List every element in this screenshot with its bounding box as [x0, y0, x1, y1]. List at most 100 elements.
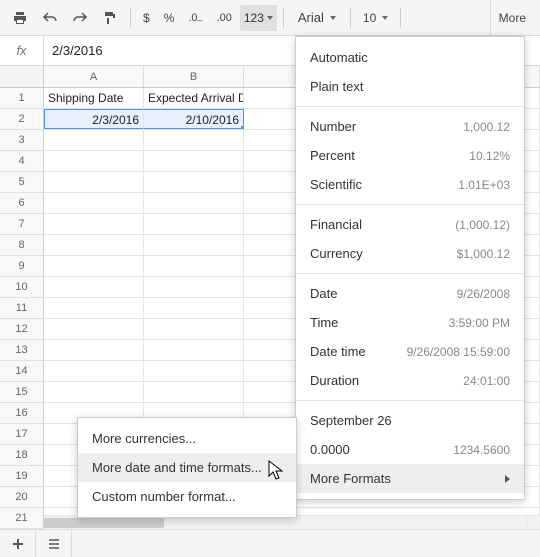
menu-date[interactable]: Date9/26/2008 [296, 279, 524, 308]
menu-plain-text[interactable]: Plain text [296, 72, 524, 101]
menu-financial[interactable]: Financial(1,000.12) [296, 210, 524, 239]
more-toolbar-button[interactable]: More [490, 0, 534, 36]
row-header[interactable]: 4 [0, 151, 44, 171]
menu-time[interactable]: Time3:59:00 PM [296, 308, 524, 337]
row-header[interactable]: 13 [0, 340, 44, 360]
column-header-a[interactable]: A [44, 66, 144, 87]
cell[interactable]: Shipping Date [44, 88, 144, 108]
more-formats-button[interactable]: 123 [240, 5, 277, 31]
row-header[interactable]: 8 [0, 235, 44, 255]
toolbar: $ % .0_ .00 123 Arial 10 More [0, 0, 540, 36]
menu-date-time[interactable]: Date time9/26/2008 15:59:00 [296, 337, 524, 366]
row-header[interactable]: 3 [0, 130, 44, 150]
cell[interactable] [44, 256, 144, 276]
row-header[interactable]: 14 [0, 361, 44, 381]
cell[interactable] [44, 130, 144, 150]
select-all-corner[interactable] [0, 66, 44, 87]
row-header[interactable]: 15 [0, 382, 44, 402]
cell[interactable] [44, 361, 144, 381]
cell[interactable] [44, 235, 144, 255]
caret-down-icon [382, 16, 388, 20]
cell[interactable] [144, 277, 244, 297]
row-header[interactable]: 2 [0, 109, 44, 129]
cell[interactable] [44, 277, 144, 297]
paint-format-icon[interactable] [96, 4, 124, 32]
all-sheets-button[interactable] [36, 530, 72, 557]
add-sheet-button[interactable] [0, 530, 36, 557]
column-header-b[interactable]: B [144, 66, 244, 87]
separator [283, 8, 284, 28]
cell[interactable] [144, 130, 244, 150]
menu-more-formats[interactable]: More Formats [296, 464, 524, 493]
cell[interactable] [144, 151, 244, 171]
menu-automatic[interactable]: Automatic [296, 43, 524, 72]
font-selector[interactable]: Arial [290, 10, 344, 25]
row-header[interactable]: 6 [0, 193, 44, 213]
print-icon[interactable] [6, 4, 34, 32]
scrollbar-thumb[interactable] [44, 518, 164, 528]
font-size-selector[interactable]: 10 [357, 11, 394, 25]
row-header[interactable]: 12 [0, 319, 44, 339]
number-format-menu: Automatic Plain text Number1,000.12 Perc… [295, 36, 525, 500]
cell[interactable] [144, 298, 244, 318]
row-header[interactable]: 16 [0, 403, 44, 423]
submenu-more-currencies[interactable]: More currencies... [78, 424, 296, 453]
fx-label: fx [0, 36, 44, 65]
cell[interactable] [144, 256, 244, 276]
selection-handle[interactable] [241, 126, 244, 129]
cell[interactable] [44, 193, 144, 213]
row-header[interactable]: 17 [0, 424, 44, 444]
cell[interactable] [144, 214, 244, 234]
cell[interactable] [44, 214, 144, 234]
cell[interactable] [44, 340, 144, 360]
row-header[interactable]: 19 [0, 466, 44, 486]
cell[interactable] [144, 382, 244, 402]
separator [400, 8, 401, 28]
row-header[interactable]: 10 [0, 277, 44, 297]
row-header[interactable]: 11 [0, 298, 44, 318]
increase-decimal-button[interactable]: .00 [211, 4, 238, 32]
scroll-corner [526, 515, 540, 529]
cell[interactable] [44, 172, 144, 192]
cell[interactable]: 2/10/2016 [144, 109, 244, 129]
decrease-decimal-button[interactable]: .0_ [182, 4, 208, 32]
cell[interactable] [144, 340, 244, 360]
menu-month-day[interactable]: September 26 [296, 406, 524, 435]
cell[interactable] [44, 319, 144, 339]
menu-duration[interactable]: Duration24:01:00 [296, 366, 524, 395]
menu-divider [296, 273, 524, 274]
caret-down-icon [267, 16, 273, 20]
undo-icon[interactable] [36, 4, 64, 32]
cell[interactable] [144, 172, 244, 192]
cell[interactable]: 2/3/2016 [44, 109, 144, 129]
cell[interactable] [144, 235, 244, 255]
cell[interactable] [144, 193, 244, 213]
cell[interactable] [44, 298, 144, 318]
row-header[interactable]: 20 [0, 487, 44, 507]
cell[interactable]: Expected Arrival Date [144, 88, 244, 108]
row-header[interactable]: 18 [0, 445, 44, 465]
menu-decimal[interactable]: 0.00001234.5600 [296, 435, 524, 464]
redo-icon[interactable] [66, 4, 94, 32]
submenu-more-date-time[interactable]: More date and time formats... [78, 453, 296, 482]
row-header[interactable]: 9 [0, 256, 44, 276]
menu-divider [296, 106, 524, 107]
cell[interactable] [144, 319, 244, 339]
menu-currency[interactable]: Currency$1,000.12 [296, 239, 524, 268]
menu-scientific[interactable]: Scientific1.01E+03 [296, 170, 524, 199]
menu-number[interactable]: Number1,000.12 [296, 112, 524, 141]
separator [350, 8, 351, 28]
row-header[interactable]: 21 [0, 508, 44, 528]
cell[interactable] [144, 361, 244, 381]
menu-divider [296, 400, 524, 401]
row-header[interactable]: 5 [0, 172, 44, 192]
cell[interactable] [44, 151, 144, 171]
cell[interactable] [44, 382, 144, 402]
percent-format-button[interactable]: % [158, 4, 181, 32]
currency-format-button[interactable]: $ [137, 4, 156, 32]
menu-divider [296, 204, 524, 205]
submenu-custom-number[interactable]: Custom number format... [78, 482, 296, 511]
row-header[interactable]: 7 [0, 214, 44, 234]
row-header[interactable]: 1 [0, 88, 44, 108]
menu-percent[interactable]: Percent10.12% [296, 141, 524, 170]
